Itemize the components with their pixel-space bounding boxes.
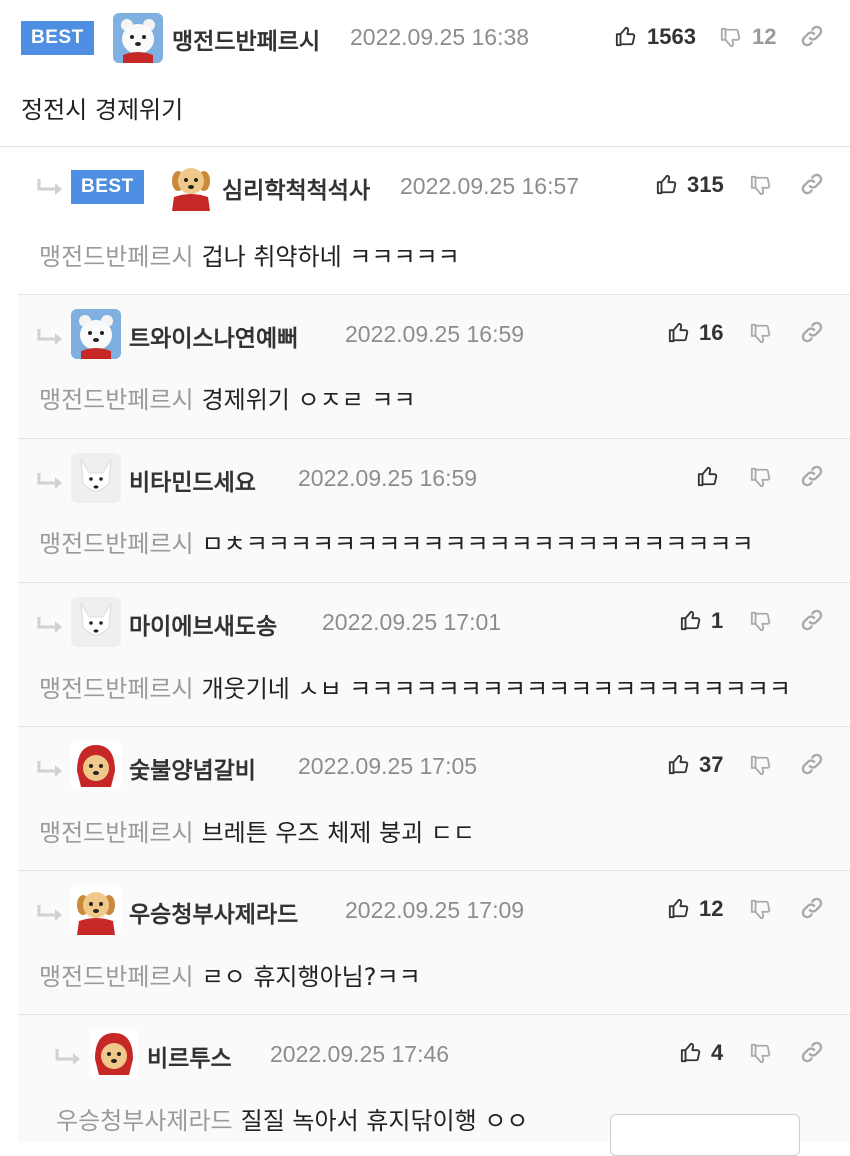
reply-arrow-icon xyxy=(36,615,66,637)
comment-date: 2022.09.25 17:46 xyxy=(270,1041,450,1067)
comment-body: 경제위기 ㅇㅈㄹ ㅋㅋ xyxy=(201,386,416,414)
link-icon[interactable] xyxy=(799,319,825,345)
comment-nickname[interactable]: 비르투스 xyxy=(147,1039,232,1073)
puppy-cape-avatar[interactable] xyxy=(166,161,216,211)
comment-date: 2022.09.25 16:57 xyxy=(400,173,580,199)
comment-text: 맹전드반페르시 ㄹㅇ 휴지행아님?ㅋㅋ xyxy=(39,957,421,992)
white-fox-avatar[interactable] xyxy=(71,453,121,503)
comment-nickname[interactable]: 비타민드세요 xyxy=(129,463,256,497)
reply-arrow-icon xyxy=(36,177,66,199)
comment-body: 개웃기네 ㅅㅂ ㅋㅋㅋㅋㅋㅋㅋㅋㅋㅋㅋㅋㅋㅋㅋㅋㅋㅋㅋㅋ xyxy=(201,675,791,703)
post-upvote-count: 1563 xyxy=(647,24,696,49)
comment-date: 2022.09.25 16:59 xyxy=(345,321,525,347)
post-date: 2022.09.25 16:38 xyxy=(350,24,530,50)
link-icon[interactable] xyxy=(799,1039,825,1065)
comment-date: 2022.09.25 17:01 xyxy=(322,609,502,635)
post-header: BEST 맹전드반페르시 2022.09.25 16:38 1563 12 정전… xyxy=(0,0,850,140)
comment-body: 브레튼 우즈 체제 붕괴 ㄷㄷ xyxy=(201,819,475,847)
reply-arrow-icon xyxy=(36,903,66,925)
best-badge: BEST xyxy=(21,21,94,55)
reply-arrow-icon xyxy=(36,759,66,781)
comment-upvote-count: 1 xyxy=(711,608,724,633)
post-nickname[interactable]: 맹전드반페르시 xyxy=(172,22,320,56)
polar-bear-avatar[interactable] xyxy=(113,13,163,63)
comment-item: BEST 심리학척척석사 2022.09.25 16:57 315 맹전드반페르… xyxy=(0,147,850,295)
post-downvote-count: 12 xyxy=(752,24,777,49)
mention-name[interactable]: 맹전드반페르시 xyxy=(39,675,194,703)
comment-item: 숯불양념갈비 2022.09.25 17:05 37 맹전드반페르시 브레튼 우즈… xyxy=(0,727,850,870)
thumbs-up-icon[interactable] xyxy=(680,608,702,632)
comment-nickname[interactable]: 마이에브새도송 xyxy=(129,607,277,641)
reply-arrow-icon xyxy=(36,327,66,349)
comment-upvote-count: 16 xyxy=(699,320,724,345)
puppy-hood-avatar[interactable] xyxy=(71,741,121,791)
thumbs-up-icon[interactable] xyxy=(656,172,678,196)
thumbs-down-icon[interactable] xyxy=(750,466,772,490)
mention-name[interactable]: 맹전드반페르시 xyxy=(39,243,194,271)
comment-text: 맹전드반페르시 겁나 취약하네 ㅋㅋㅋㅋㅋ xyxy=(39,237,460,272)
comment-text: 맹전드반페르시 브레튼 우즈 체제 붕괴 ㄷㄷ xyxy=(39,813,475,848)
comment-text: 맹전드반페르시 ㅁㅊㅋㅋㅋㅋㅋㅋㅋㅋㅋㅋㅋㅋㅋㅋㅋㅋㅋㅋㅋㅋㅋㅋㅋ xyxy=(39,524,754,559)
post-text: 정전시 경제위기 xyxy=(21,96,184,124)
thumbs-up-icon[interactable] xyxy=(668,320,690,344)
comment-item: 마이에브새도송 2022.09.25 17:01 1 맹전드반페르시 개웃기네 ㅅ… xyxy=(0,583,850,726)
thumbs-up-icon[interactable] xyxy=(680,1040,702,1064)
comment-nickname[interactable]: 숯불양념갈비 xyxy=(129,751,256,785)
thumbs-down-icon[interactable] xyxy=(750,754,772,778)
best-badge: BEST xyxy=(71,170,144,204)
thumbs-up-icon[interactable] xyxy=(697,464,719,488)
comment-text: 맹전드반페르시 개웃기네 ㅅㅂ ㅋㅋㅋㅋㅋㅋㅋㅋㅋㅋㅋㅋㅋㅋㅋㅋㅋㅋㅋㅋ xyxy=(39,669,791,704)
thumbs-down-icon[interactable] xyxy=(720,26,742,50)
thumbs-down-icon[interactable] xyxy=(750,1042,772,1066)
thumbs-down-icon[interactable] xyxy=(750,322,772,346)
comment-text: 맹전드반페르시 경제위기 ㅇㅈㄹ ㅋㅋ xyxy=(39,380,416,415)
thumbs-up-icon[interactable] xyxy=(615,24,637,48)
comment-nickname[interactable]: 트와이스나연예뻐 xyxy=(129,319,298,353)
link-icon[interactable] xyxy=(799,895,825,921)
mention-name[interactable]: 맹전드반페르시 xyxy=(39,819,194,847)
thumbs-down-icon[interactable] xyxy=(750,174,772,198)
comment-item: 비타민드세요 2022.09.25 16:59 맹전드반페르시 ㅁㅊㅋㅋㅋㅋㅋㅋㅋ… xyxy=(0,439,850,582)
comment-date: 2022.09.25 17:09 xyxy=(345,897,525,923)
comment-item: 트와이스나연예뻐 2022.09.25 16:59 16 맹전드반페르시 경제위기… xyxy=(0,295,850,438)
comment-upvote-count: 4 xyxy=(711,1040,724,1065)
reply-arrow-icon xyxy=(54,1047,84,1069)
comment-body: 겁나 취약하네 ㅋㅋㅋㅋㅋ xyxy=(201,243,460,271)
comment-date: 2022.09.25 16:59 xyxy=(298,465,478,491)
comment-body: ㄹㅇ 휴지행아님?ㅋㅋ xyxy=(201,963,421,991)
link-icon[interactable] xyxy=(799,607,825,633)
white-fox-avatar[interactable] xyxy=(71,597,121,647)
thumbs-down-icon[interactable] xyxy=(750,610,772,634)
link-icon[interactable] xyxy=(799,751,825,777)
comment-body: ㅁㅊㅋㅋㅋㅋㅋㅋㅋㅋㅋㅋㅋㅋㅋㅋㅋㅋㅋㅋㅋㅋㅋㅋㅋ xyxy=(201,530,754,558)
thumbs-up-icon[interactable] xyxy=(668,896,690,920)
comment-nickname[interactable]: 심리학척척석사 xyxy=(222,171,370,205)
comment-upvote-count: 315 xyxy=(687,172,724,197)
puppy-hood-avatar[interactable] xyxy=(89,1029,139,1079)
comment-date: 2022.09.25 17:05 xyxy=(298,753,478,779)
comment-item: 우승청부사제라드 2022.09.25 17:09 12 맹전드반페르시 ㄹㅇ 휴… xyxy=(0,871,850,1014)
floating-action-button[interactable] xyxy=(610,1114,800,1156)
mention-name[interactable]: 맹전드반페르시 xyxy=(39,530,194,558)
comment-nickname[interactable]: 우승청부사제라드 xyxy=(129,895,298,929)
polar-bear-avatar[interactable] xyxy=(71,309,121,359)
mention-name[interactable]: 우승청부사제라드 xyxy=(56,1107,233,1135)
link-icon[interactable] xyxy=(799,171,825,197)
mention-name[interactable]: 맹전드반페르시 xyxy=(39,386,194,414)
reply-arrow-icon xyxy=(36,471,66,493)
comment-upvote-count: 12 xyxy=(699,896,724,921)
puppy-cape-avatar[interactable] xyxy=(71,885,121,935)
mention-name[interactable]: 맹전드반페르시 xyxy=(39,963,194,991)
comment-text: 우승청부사제라드 질질 녹아서 휴지닦이행 ㅇㅇ xyxy=(56,1101,529,1136)
link-icon[interactable] xyxy=(799,23,825,49)
comment-upvote-count: 37 xyxy=(699,752,724,777)
comment-body: 질질 녹아서 휴지닦이행 ㅇㅇ xyxy=(240,1107,529,1135)
thumbs-up-icon[interactable] xyxy=(668,752,690,776)
thumbs-down-icon[interactable] xyxy=(750,898,772,922)
link-icon[interactable] xyxy=(799,463,825,489)
